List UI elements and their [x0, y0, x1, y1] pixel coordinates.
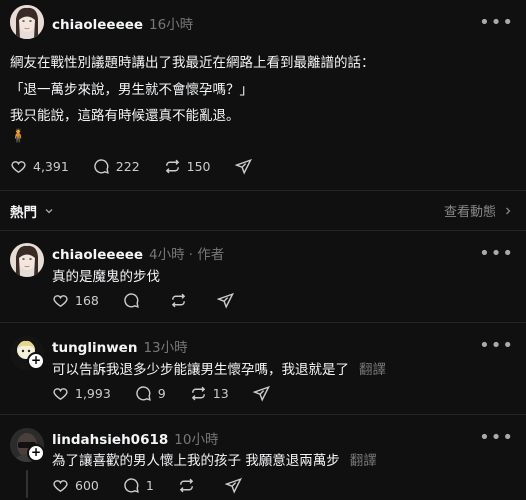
heart-icon: [53, 388, 68, 401]
more-icon[interactable]: •••: [479, 245, 514, 263]
divider: [0, 414, 526, 415]
repost-button[interactable]: [170, 292, 193, 309]
like-button[interactable]: 168: [52, 292, 99, 309]
like-count: 168: [75, 293, 99, 308]
share-button[interactable]: [234, 158, 258, 175]
share-icon: [216, 292, 234, 309]
reply-time: 4小時: [149, 247, 185, 263]
heart-icon: [11, 161, 26, 174]
post-time: 16小時: [149, 17, 194, 33]
avatar[interactable]: [10, 243, 44, 277]
comment-icon: [136, 386, 151, 401]
repost-icon: [179, 478, 193, 493]
reply-username[interactable]: chiaoleeeee 4小時 · 作者: [52, 243, 224, 263]
post-emoji: 🧍: [10, 129, 27, 144]
comment-icon: [124, 478, 139, 493]
thread-line: [26, 470, 28, 498]
repost-count: 13: [212, 386, 229, 401]
more-icon[interactable]: •••: [479, 337, 514, 355]
like-button[interactable]: 600: [52, 477, 99, 494]
repost-icon: [191, 386, 205, 401]
repost-button[interactable]: [178, 477, 201, 494]
divider: [0, 230, 526, 231]
repost-icon: [165, 159, 179, 174]
share-button[interactable]: [224, 477, 248, 494]
reply-actions: 1,993 9 13: [52, 385, 300, 402]
avatar[interactable]: [10, 5, 44, 39]
post-text-line-3: 我只能說，這路有時候還真不能亂退。: [10, 108, 240, 124]
reply-text: 可以告訴我退多少步能讓男生懷孕嗎，我退就是了 翻譯: [52, 362, 386, 378]
reply-actions: 600 1: [52, 477, 272, 494]
comment-button[interactable]: [123, 292, 146, 309]
like-count: 600: [75, 478, 99, 493]
share-icon: [234, 158, 252, 175]
share-button[interactable]: [216, 292, 240, 309]
divider: [0, 190, 526, 191]
chevron-down-icon: [45, 209, 53, 214]
divider: [0, 322, 526, 323]
like-count: 1,993: [75, 386, 111, 401]
view-activity-link[interactable]: 查看動態: [444, 201, 514, 220]
share-icon: [252, 385, 270, 402]
post-text-line-2: 「退一萬步來說，男生就不會懷孕嗎？」: [10, 82, 253, 98]
translate-link[interactable]: 翻譯: [359, 362, 386, 378]
heart-icon: [53, 480, 68, 493]
post-text-line-1: 網友在戰性別議題時講出了我最近在網路上看到最離譜的話：: [10, 55, 375, 71]
comment-count: 9: [157, 386, 166, 401]
translate-link[interactable]: 翻譯: [350, 453, 377, 469]
reply-username[interactable]: tunglinwen 13小時: [52, 336, 188, 356]
share-icon: [224, 477, 242, 494]
reply-time: 13小時: [143, 340, 188, 356]
reply-actions: 168: [52, 292, 264, 309]
reply-time: 10小時: [174, 432, 219, 448]
sort-dropdown[interactable]: 熱門: [10, 201, 55, 221]
comment-icon: [124, 293, 139, 308]
reply-text: 為了讓喜歡的男人懷上我的孩子 我願意退兩萬步 翻譯: [52, 453, 377, 469]
comment-icon: [94, 159, 109, 174]
share-button[interactable]: [252, 385, 276, 402]
repost-button[interactable]: 150: [164, 158, 211, 175]
comment-button[interactable]: 222: [93, 158, 140, 175]
like-button[interactable]: 4,391: [10, 158, 69, 175]
like-count: 4,391: [33, 159, 69, 174]
comment-count: 1: [145, 478, 154, 493]
more-icon[interactable]: •••: [479, 14, 514, 32]
chevron-right-icon: [506, 207, 511, 214]
comment-count: 222: [115, 159, 140, 174]
repost-count: 150: [186, 159, 211, 174]
reply-text: 真的是魔鬼的步伐: [52, 269, 160, 285]
repost-button[interactable]: 13: [190, 385, 229, 402]
follow-plus-icon[interactable]: +: [27, 352, 45, 370]
comment-button[interactable]: 1: [123, 477, 154, 494]
reply-username[interactable]: lindahsieh0618 10小時: [52, 428, 218, 448]
author-tag: · 作者: [188, 247, 225, 263]
more-icon[interactable]: •••: [479, 429, 514, 447]
post-actions: 4,391 222 150: [10, 158, 282, 175]
like-button[interactable]: 1,993: [52, 385, 111, 402]
comment-button[interactable]: 9: [135, 385, 166, 402]
heart-icon: [53, 295, 68, 308]
repost-icon: [171, 293, 186, 308]
post-username[interactable]: chiaoleeeee 16小時: [52, 13, 193, 33]
sort-label: 熱門: [10, 205, 37, 221]
follow-plus-icon[interactable]: +: [27, 444, 45, 462]
view-activity-label: 查看動態: [443, 205, 496, 220]
